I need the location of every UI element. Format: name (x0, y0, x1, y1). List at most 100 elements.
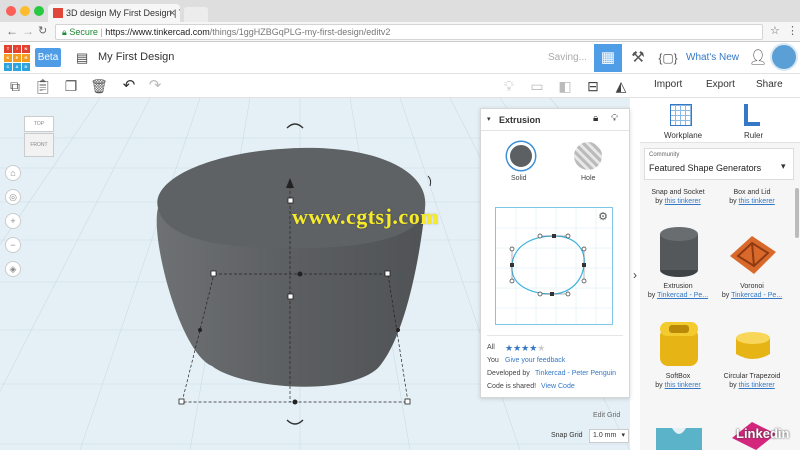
handle-dot[interactable] (292, 399, 298, 405)
author-link[interactable]: Tinkercad - Pe... (731, 292, 782, 299)
chevron-down-icon: ▾ (621, 432, 625, 439)
give-feedback-link[interactable]: Give your feedback (505, 357, 565, 364)
maximize-window-icon[interactable] (34, 6, 44, 16)
workplane-ruler-bar: Workplane Ruler (640, 98, 800, 143)
shape-item-extrusion[interactable]: Extrusion by Tinkercad - Pe... (642, 282, 714, 300)
copy-icon[interactable]: ⧉ (6, 77, 24, 95)
view-cube-front[interactable]: FRONT (24, 133, 54, 157)
import-button[interactable]: Import (654, 79, 682, 90)
circular-trapezoid-thumbnail[interactable] (730, 324, 776, 364)
home-view-icon[interactable]: ⌂ (5, 165, 21, 181)
view-cube-top[interactable]: TOP (24, 116, 54, 132)
shape-item-box-and-lid[interactable]: Box and Lid by this tinkerer (716, 188, 788, 206)
collapse-chevron-icon[interactable]: ▾ (487, 115, 491, 123)
handle-dot[interactable] (198, 328, 202, 332)
rotate-arc-top-icon[interactable] (286, 123, 304, 129)
softbox-thumbnail[interactable] (656, 318, 702, 370)
shape-category-select[interactable]: Community Featured Shape Generators ▾ (644, 148, 794, 180)
rotate-arc-bottom-icon[interactable] (286, 419, 304, 425)
hole-swatch[interactable] (574, 142, 602, 170)
handle-dot[interactable] (297, 271, 303, 277)
secure-label: Secure (69, 27, 98, 37)
view-code-link[interactable]: View Code (541, 383, 575, 390)
shapes-panel: Workplane Ruler Community Featured Shape… (640, 98, 800, 450)
avatar[interactable] (770, 43, 798, 71)
zoom-in-icon[interactable]: + (5, 213, 21, 229)
paste-icon[interactable]: 📋︎ (34, 77, 52, 95)
author-link[interactable]: this tinkerer (665, 198, 701, 205)
lock-icon[interactable]: 🔒︎ (593, 113, 598, 124)
notes-icon[interactable]: ▭ (528, 77, 546, 95)
hole-label: Hole (581, 175, 596, 182)
category-value: Featured Shape Generators (649, 163, 762, 173)
shape-item-voronoi[interactable]: Voronoi by Tinkercad - Pe... (716, 282, 788, 300)
align-icon[interactable]: ⊟ (584, 77, 602, 95)
ruler-icon[interactable] (744, 104, 760, 126)
undo-icon[interactable]: ↶ (120, 77, 138, 95)
zoom-out-icon[interactable]: − (5, 237, 21, 253)
shape-path-editor[interactable]: ⚙ (495, 207, 613, 325)
code-shared-label: Code is shared! (487, 383, 537, 390)
redo-icon[interactable]: ↷ (146, 77, 164, 95)
delete-trash-icon[interactable]: 🗑︎ (90, 77, 108, 95)
tools-pickaxe-icon[interactable]: ⚒ (624, 44, 652, 72)
light-bulb-icon[interactable]: 💡︎ (500, 77, 518, 95)
workplane-icon[interactable] (670, 104, 692, 126)
tinkercad-logo[interactable]: TIN KER CAD (4, 45, 30, 71)
solid-swatch[interactable] (507, 142, 535, 170)
shape-item-softbox[interactable]: SoftBox by this tinkerer (642, 372, 714, 390)
shapes-scrollbar[interactable] (795, 188, 799, 238)
mirror-icon[interactable]: ◭ (612, 77, 630, 95)
panel-expand-chevron-icon[interactable]: › (630, 260, 640, 290)
close-tab-icon[interactable]: ✕ (168, 4, 176, 22)
rating-all-label: All (487, 344, 495, 351)
developer-link[interactable]: Tinkercad - Peter Penguin (535, 370, 616, 377)
add-user-icon[interactable]: 👤︎ (744, 44, 772, 72)
developed-by-label: Developed by (487, 370, 530, 377)
address-toolbar: ← → ↻ 🔒︎ Secure | https://www.tinkercad.… (0, 22, 800, 42)
snap-grid-select[interactable]: 1.0 mm ▾ (589, 429, 629, 443)
rating-stars: ★★★★★ (505, 343, 546, 353)
author-link[interactable]: Tinkercad - Pe... (657, 292, 708, 299)
app-header: TIN KER CAD Beta ▤ My First Design Savin… (0, 42, 800, 74)
close-window-icon[interactable] (6, 6, 16, 16)
forward-arrow-icon[interactable]: → (22, 24, 34, 38)
design-title[interactable]: My First Design (98, 51, 174, 63)
back-arrow-icon[interactable]: ← (6, 24, 18, 38)
browser-tab[interactable]: 3D design My First Design | Tin ✕ (48, 4, 180, 22)
3d-view-grid-icon[interactable]: ▦ (594, 44, 622, 72)
by-label: by (729, 382, 737, 389)
url-input[interactable]: 🔒︎ Secure | https://www.tinkercad.com/th… (55, 24, 763, 40)
duplicate-icon[interactable]: ❐ (62, 77, 80, 95)
editor-canvas[interactable] (496, 208, 612, 324)
bookmark-star-icon[interactable]: ☆ (770, 24, 780, 37)
author-link[interactable]: this tinkerer (665, 382, 701, 389)
perspective-icon[interactable]: ◈ (5, 261, 21, 277)
fit-view-icon[interactable]: ◎ (5, 189, 21, 205)
shape-name: Circular Trapezoid (723, 373, 781, 380)
handle-dot[interactable] (396, 328, 400, 332)
shape-item-snap-and-socket[interactable]: Snap and Socket by this tinkerer (642, 188, 714, 206)
code-blocks-icon[interactable]: {▢} (654, 44, 682, 72)
export-button[interactable]: Export (706, 79, 735, 90)
author-link[interactable]: this tinkerer (739, 198, 775, 205)
edit-grid-button[interactable]: Edit Grid (593, 412, 620, 419)
extrusion-thumbnail[interactable] (656, 226, 702, 278)
minimize-window-icon[interactable] (20, 6, 30, 16)
voronoi-thumbnail[interactable] (726, 234, 780, 276)
rating-you-label: You (487, 357, 499, 364)
view-cube[interactable]: TOP FRONT (24, 116, 54, 160)
visibility-bulb-icon[interactable]: 💡︎ (611, 113, 618, 124)
author-link[interactable]: this tinkerer (739, 382, 775, 389)
share-button[interactable]: Share (756, 79, 783, 90)
editor-settings-gear-icon[interactable]: ⚙ (598, 210, 608, 223)
shape-name: Box and Lid (733, 189, 771, 196)
group-icon[interactable]: ◧ (556, 77, 574, 95)
whats-new-link[interactable]: What's New (686, 52, 739, 63)
reload-icon[interactable]: ↻ (38, 24, 47, 37)
new-tab-button[interactable] (184, 7, 208, 22)
browser-menu-icon[interactable]: ⋮ (787, 24, 798, 37)
shape-item-circular-trapezoid[interactable]: Circular Trapezoid by this tinkerer (716, 372, 788, 390)
next-shape-thumbnail-teal[interactable] (654, 418, 704, 450)
design-menu-icon[interactable]: ▤ (76, 50, 88, 66)
